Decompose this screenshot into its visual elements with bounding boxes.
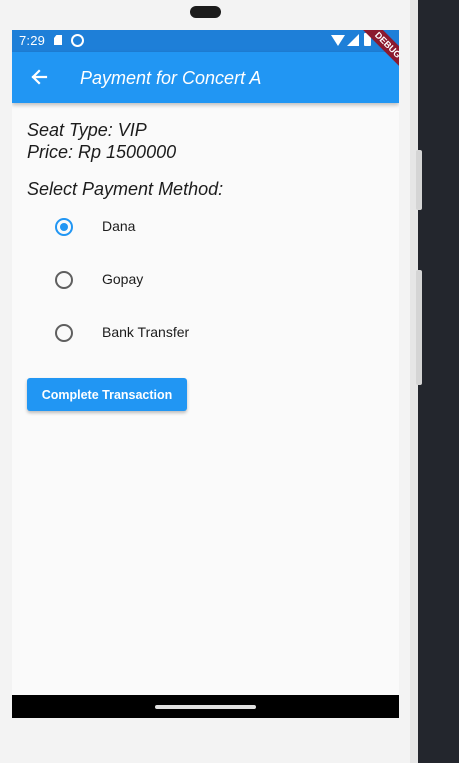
payment-option-label: Gopay	[102, 271, 144, 287]
power-button	[416, 270, 422, 385]
background-panel	[418, 0, 459, 763]
page-title: Payment for Concert A	[80, 68, 262, 88]
status-time: 7:29	[19, 33, 46, 48]
payment-option-label: Bank Transfer	[102, 324, 190, 340]
seat-type-text: Seat Type: VIP	[27, 120, 147, 140]
payment-method-heading: Select Payment Method:	[27, 179, 224, 199]
settings-gear-icon	[71, 34, 84, 47]
wifi-icon	[331, 35, 345, 46]
navigation-bar	[12, 695, 399, 718]
status-bar: 7:29	[12, 30, 399, 52]
price-text: Price: Rp 1500000	[27, 142, 177, 162]
payment-option-gopay[interactable]: Gopay	[12, 256, 399, 304]
payment-option-label: Dana	[102, 218, 136, 234]
volume-button	[416, 150, 422, 210]
radio-button-gopay[interactable]	[55, 271, 73, 289]
radio-button-bank-transfer[interactable]	[55, 324, 73, 342]
arrow-back-icon	[31, 69, 48, 85]
payment-option-bank-transfer[interactable]: Bank Transfer	[12, 309, 399, 357]
signal-icon	[347, 34, 359, 46]
home-gesture-handle[interactable]	[155, 705, 256, 709]
radio-button-dana[interactable]	[55, 218, 73, 236]
back-button[interactable]	[26, 64, 52, 90]
payment-option-dana[interactable]: Dana	[12, 203, 399, 251]
phone-screen: 7:29 Payment for Concert A DEBUG Seat Ty…	[12, 30, 399, 718]
sd-card-icon	[54, 35, 62, 45]
app-bar: Payment for Concert A	[12, 52, 399, 103]
earpiece-speaker	[190, 6, 221, 18]
complete-transaction-button[interactable]: Complete Transaction	[27, 378, 187, 411]
